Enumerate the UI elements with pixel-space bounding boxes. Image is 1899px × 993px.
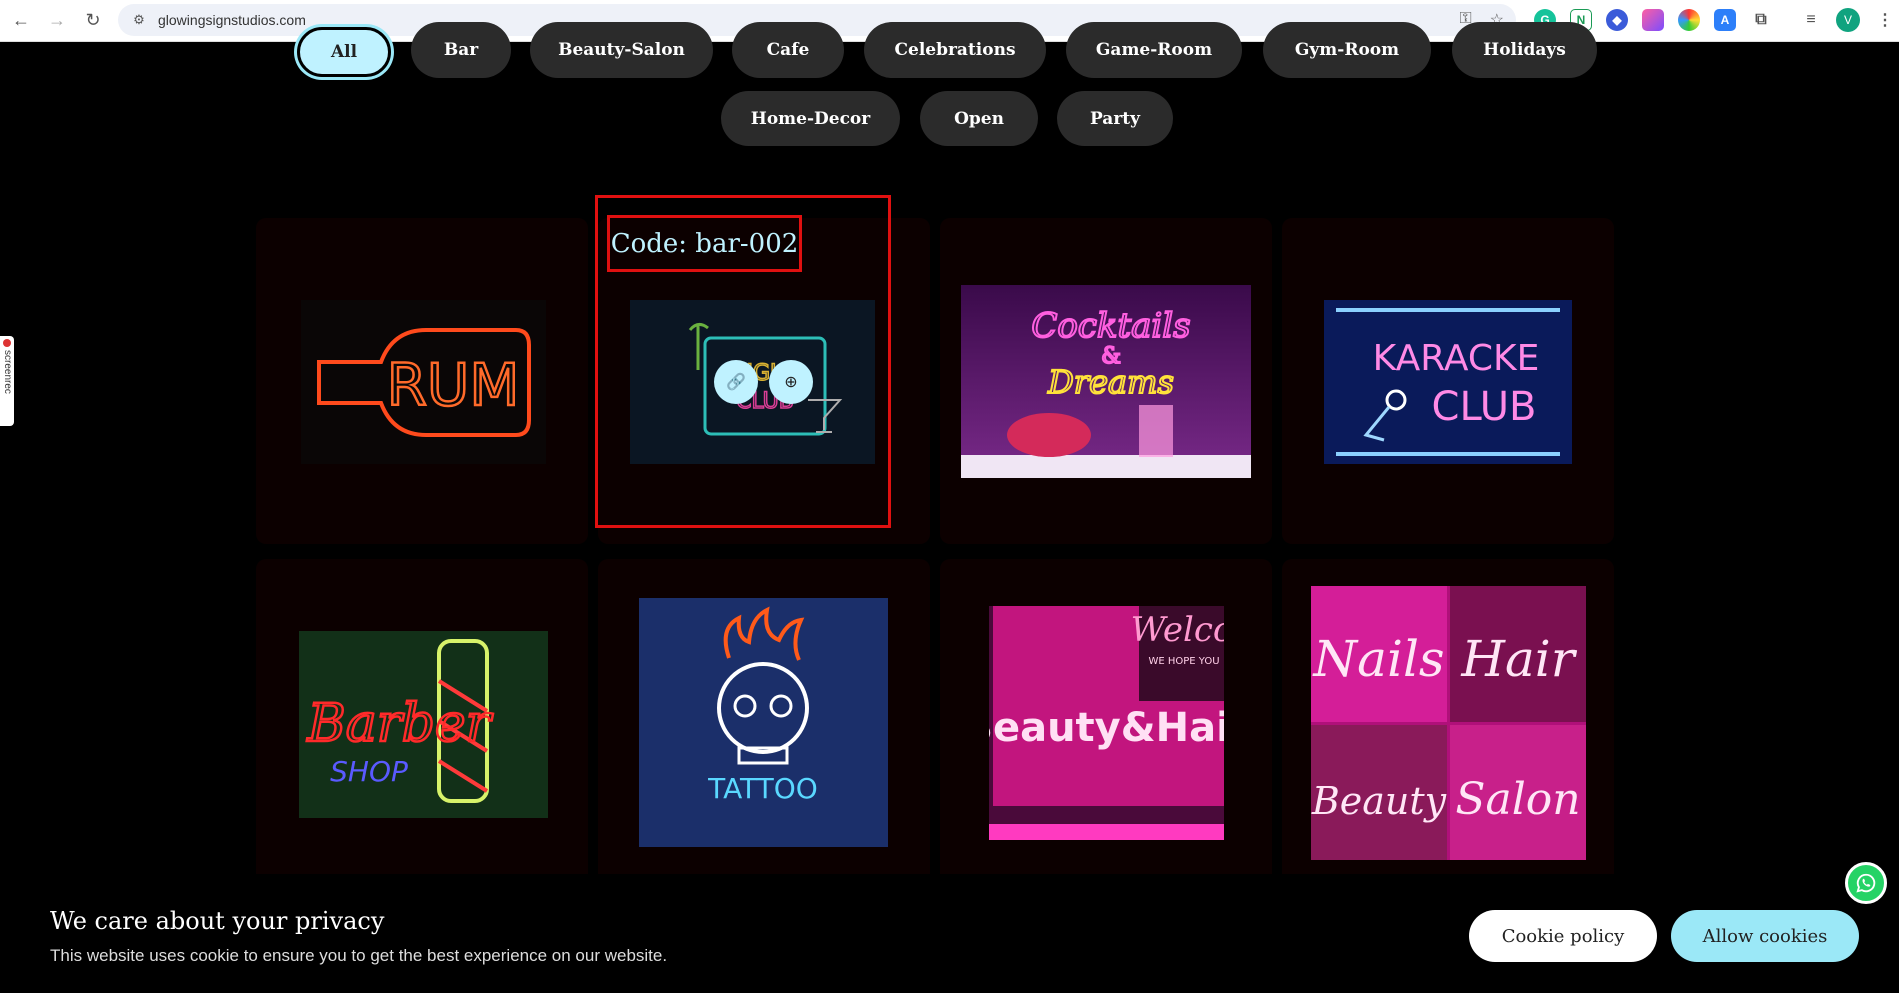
gallery-card[interactable]: Nails Hair Beauty Salon [1282, 559, 1614, 885]
allow-cookies-button[interactable]: Allow cookies [1671, 910, 1859, 962]
zoom-icon[interactable]: ⊕ [769, 360, 813, 404]
record-dot-icon [3, 339, 11, 347]
welcome-sub-text: WE HOPE YOU [1148, 656, 1219, 667]
gallery-card[interactable]: KARACKE CLUB [1282, 218, 1614, 544]
gradient-extension-icon[interactable] [1642, 9, 1664, 31]
cookie-description: This website uses cookie to ensure you t… [50, 946, 668, 965]
nails-sign-text: Nails [1312, 630, 1444, 688]
cocktails-sign-text: Cocktails [1031, 306, 1190, 346]
reading-list-icon[interactable]: ≡ [1800, 9, 1822, 31]
color-picker-extension-icon[interactable] [1678, 9, 1700, 31]
back-icon[interactable]: ← [6, 6, 36, 36]
dreams-sign-text: Dreams [1047, 363, 1174, 401]
gallery-card[interactable]: RUM [256, 218, 588, 544]
barber-sign-text: Barber [307, 694, 494, 754]
filter-celebrations[interactable]: Celebrations [864, 22, 1046, 78]
filter-all[interactable]: All [297, 27, 391, 77]
screenrec-widget[interactable]: screenrec [0, 336, 14, 426]
filter-game-room[interactable]: Game-Room [1066, 22, 1242, 78]
gallery-card[interactable]: Welco WE HOPE YOU Beauty&Hair [940, 559, 1272, 885]
filter-holidays[interactable]: Holidays [1452, 22, 1597, 78]
compass-extension-icon[interactable]: ◆ [1606, 9, 1628, 31]
cookie-title: We care about your privacy [50, 907, 385, 935]
gallery-card[interactable]: Barber SHOP [256, 559, 588, 885]
extensions-puzzle-icon[interactable]: ⧉ [1750, 9, 1772, 31]
beauty-hair-sign-text: Beauty&Hair [989, 705, 1224, 751]
reload-icon[interactable]: ↻ [78, 6, 108, 36]
filter-gym-room[interactable]: Gym-Room [1263, 22, 1431, 78]
screenrec-label: screenrec [2, 350, 13, 394]
hair-sign-text: Hair [1460, 630, 1577, 688]
whatsapp-icon[interactable] [1845, 862, 1887, 904]
welcome-sign-text: Welco [1131, 610, 1224, 650]
gallery-card[interactable]: Cocktails & Dreams [940, 218, 1272, 544]
beauty-sign-text: Beauty [1311, 779, 1447, 823]
cocktails-dreams-sign-image: Cocktails & Dreams [961, 285, 1251, 478]
filter-bar[interactable]: Bar [411, 22, 511, 78]
forward-icon[interactable]: → [42, 6, 72, 36]
link-icon[interactable]: 🔗 [714, 360, 758, 404]
rum-sign-text: RUM [387, 351, 520, 419]
site-settings-icon[interactable]: ⚙ [130, 11, 148, 29]
karaoke-club-sign-text: CLUB [1432, 384, 1537, 430]
filter-home-decor[interactable]: Home-Decor [721, 91, 900, 146]
profile-avatar[interactable]: V [1836, 8, 1860, 32]
tattoo-skull-sign-image: TATTOO [639, 598, 888, 847]
tattoo-sign-text: TATTOO [707, 772, 818, 805]
filter-cafe[interactable]: Cafe [732, 22, 844, 78]
filter-party[interactable]: Party [1057, 91, 1173, 146]
cookie-policy-button[interactable]: Cookie policy [1469, 910, 1657, 962]
translate-extension-icon[interactable]: A [1714, 9, 1736, 31]
salon-sign-text: Salon [1455, 774, 1580, 825]
product-code-box: Code: bar-002 [607, 215, 802, 272]
beauty-hair-sign-image: Welco WE HOPE YOU Beauty&Hair [989, 606, 1224, 840]
barber-shop-sign-image: Barber SHOP [299, 631, 548, 818]
url-text: glowingsignstudios.com [158, 12, 306, 28]
product-code-text: Code: bar-002 [610, 228, 799, 259]
browser-menu-icon[interactable]: ⋮ [1874, 9, 1896, 31]
gallery-card[interactable]: TATTOO [598, 559, 930, 885]
barber-shop-sign-text: SHOP [330, 755, 408, 788]
karaoke-sign-text: KARACKE [1373, 338, 1540, 379]
rum-sign-image: RUM [301, 300, 546, 464]
filter-beauty-salon[interactable]: Beauty-Salon [530, 22, 713, 78]
nails-hair-beauty-salon-sign-image: Nails Hair Beauty Salon [1311, 586, 1586, 860]
karaoke-club-sign-image: KARACKE CLUB [1324, 300, 1572, 464]
filter-open[interactable]: Open [920, 91, 1038, 146]
